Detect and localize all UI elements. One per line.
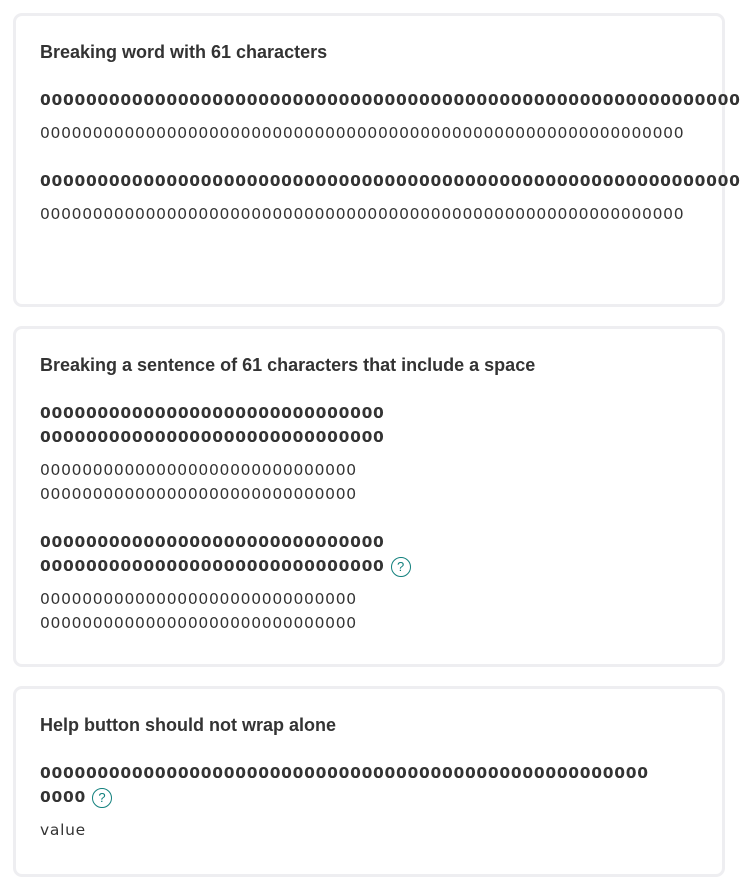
field-label: 0000000000000000000000000000000000000000… bbox=[40, 91, 741, 109]
field-with-help: 0000000000000000000000000000000000000000… bbox=[40, 761, 698, 842]
help-button[interactable]: ? bbox=[390, 556, 411, 577]
field-label: 000000000000000000000000000000 000000000… bbox=[40, 404, 385, 446]
help-button[interactable]: ? bbox=[91, 787, 112, 808]
card-breaking-word: Breaking word with 61 characters 0000000… bbox=[13, 13, 741, 307]
field-with-help: 0000000000000000000000000000000000000000… bbox=[40, 169, 740, 226]
field-label-text: 0000000000000000000000000000000000000000… bbox=[40, 172, 741, 190]
field-value: 0000000000000000000000000000000000000000… bbox=[40, 124, 685, 142]
card-title: Help button should not wrap alone bbox=[40, 715, 336, 735]
field: 000000000000000000000000000000 000000000… bbox=[40, 401, 698, 506]
card-title: Breaking word with 61 characters bbox=[40, 42, 328, 62]
question-icon: ? bbox=[396, 558, 405, 574]
field-label-text-end: 0 bbox=[74, 788, 86, 806]
card-breaking-sentence: Breaking a sentence of 61 characters tha… bbox=[13, 326, 725, 667]
field-label-text: 0000000000000000000000000000000000000000… bbox=[40, 764, 649, 806]
field-label-text: 000000000000000000000000000000 000000000… bbox=[40, 533, 385, 575]
field-label: 0000000000000000000000000000000000000000… bbox=[40, 761, 660, 809]
field-value: value bbox=[40, 821, 86, 839]
field: 0000000000000000000000000000000000000000… bbox=[40, 88, 741, 145]
field-value: 000000000000000000000000000000 000000000… bbox=[40, 461, 357, 503]
field-with-help: 000000000000000000000000000000 000000000… bbox=[40, 530, 698, 635]
question-icon: ? bbox=[98, 789, 106, 805]
field-label: 0000000000000000000000000000000000000000… bbox=[40, 169, 740, 193]
field-value: 0000000000000000000000000000000000000000… bbox=[40, 205, 685, 223]
field-label: 000000000000000000000000000000 000000000… bbox=[40, 530, 440, 578]
card-help-no-wrap: Help button should not wrap alone 000000… bbox=[13, 686, 725, 877]
field-value: 000000000000000000000000000000 000000000… bbox=[40, 590, 357, 632]
card-title: Breaking a sentence of 61 characters tha… bbox=[40, 355, 536, 375]
